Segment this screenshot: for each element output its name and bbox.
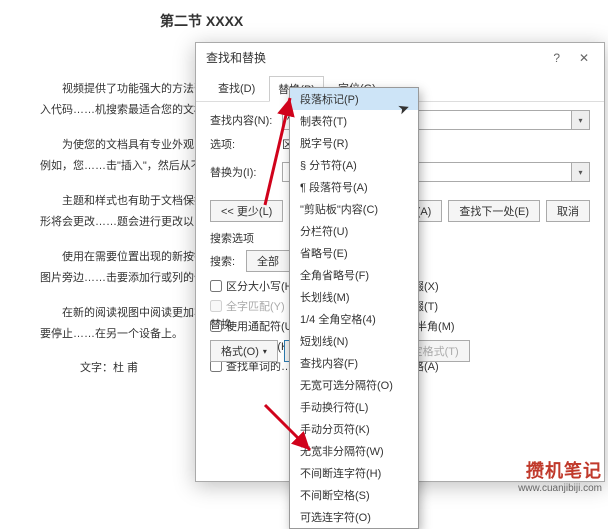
menu-item-caret[interactable]: 脱字号(R) (290, 132, 418, 154)
menu-item-pilcrow[interactable]: ¶ 段落符号(A) (290, 176, 418, 198)
menu-item-emdash[interactable]: 长划线(M) (290, 286, 418, 308)
replace-label: 替换为(I): (210, 164, 282, 180)
watermark-name: 攒机笔记 (518, 457, 602, 483)
doc-section-title: 第二节 XXXX (160, 8, 372, 35)
cancel-button[interactable]: 取消 (546, 200, 590, 222)
menu-item-quarter-space[interactable]: 1/4 全角空格(4) (290, 308, 418, 330)
menu-item-section[interactable]: § 分节符(A) (290, 154, 418, 176)
format-button[interactable]: 格式(O) ▾ (210, 340, 278, 362)
tab-find[interactable]: 查找(D) (210, 76, 263, 101)
replace-dropdown-icon[interactable]: ▾ (572, 162, 590, 182)
menu-item-opt-break[interactable]: 无宽可选分隔符(O) (290, 374, 418, 396)
menu-item-manual-line[interactable]: 手动换行符(L) (290, 396, 418, 418)
find-next-button[interactable]: 查找下一处(E) (448, 200, 540, 222)
menu-item-ellipsis[interactable]: 省略号(E) (290, 242, 418, 264)
search-dir-label: 搜索: (210, 253, 246, 269)
help-button[interactable]: ? (545, 51, 569, 65)
menu-item-full-ellipsis[interactable]: 全角省略号(F) (290, 264, 418, 286)
menu-item-column-break[interactable]: 分栏符(U) (290, 220, 418, 242)
menu-item-manual-page[interactable]: 手动分页符(K) (290, 418, 418, 440)
menu-item-nb-hyphen[interactable]: 不间断连字符(H) (290, 462, 418, 484)
find-label: 查找内容(N): (210, 112, 282, 128)
menu-item-opt-hyphen[interactable]: 可选连字符(O) (290, 506, 418, 528)
menu-item-nb-space[interactable]: 不间断空格(S) (290, 484, 418, 506)
menu-item-endash[interactable]: 短划线(N) (290, 330, 418, 352)
special-format-menu: 段落标记(P) 制表符(T) 脱字号(R) § 分节符(A) ¶ 段落符号(A)… (289, 87, 419, 529)
find-dropdown-icon[interactable]: ▾ (572, 110, 590, 130)
options-label: 选项: (210, 136, 282, 152)
watermark-url: www.cuanjibiji.com (518, 483, 602, 494)
menu-item-clipboard[interactable]: "剪贴板"内容(C) (290, 198, 418, 220)
watermark: 攒机笔记 www.cuanjibiji.com (518, 457, 602, 494)
menu-item-find-content[interactable]: 查找内容(F) (290, 352, 418, 374)
menu-item-nowidth-nobreak[interactable]: 无宽非分隔符(W) (290, 440, 418, 462)
close-button[interactable]: ✕ (572, 51, 596, 65)
less-button[interactable]: << 更少(L) (210, 200, 283, 222)
dialog-title: 查找和替换 (206, 49, 266, 66)
